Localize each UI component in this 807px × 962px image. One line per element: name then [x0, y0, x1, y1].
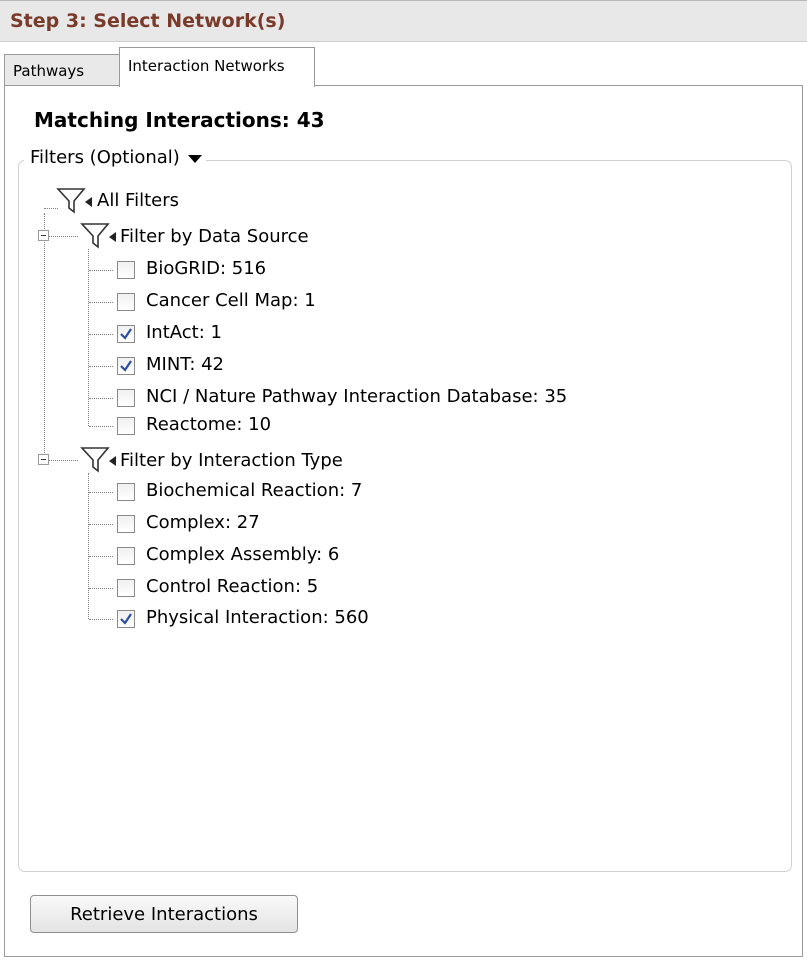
- filter-item-intact[interactable]: IntAct: 1: [146, 322, 222, 343]
- checkbox-intact[interactable]: [117, 325, 135, 343]
- tree-group-data-source[interactable]: Filter by Data Source: [120, 226, 309, 247]
- checkmark-icon: [120, 328, 132, 340]
- tab-interaction-networks[interactable]: Interaction Networks: [119, 47, 315, 87]
- checkbox-complex[interactable]: [117, 515, 135, 533]
- tree-group-interaction-type[interactable]: Filter by Interaction Type: [120, 450, 343, 471]
- checkbox-control-reaction[interactable]: [117, 579, 135, 597]
- tree-connector: [89, 366, 113, 367]
- filter-item-control-reaction[interactable]: Control Reaction: 5: [146, 576, 318, 597]
- tree-connector: [89, 492, 113, 493]
- tree-connector: [88, 249, 89, 426]
- filter-item-mint[interactable]: MINT: 42: [146, 354, 224, 375]
- collapse-toggle[interactable]: [38, 230, 49, 241]
- tree-connector: [89, 524, 113, 525]
- checkmark-icon: [120, 360, 132, 372]
- checkbox-nci-nature[interactable]: [117, 389, 135, 407]
- filter-item-complex-assembly[interactable]: Complex Assembly: 6: [146, 544, 339, 565]
- dropdown-arrow-icon: [187, 155, 202, 163]
- tree-connector: [89, 619, 113, 620]
- tree-connector: [88, 473, 89, 619]
- checkbox-complex-assembly[interactable]: [117, 547, 135, 565]
- filter-item-biochemical-reaction[interactable]: Biochemical Reaction: 7: [146, 480, 362, 501]
- filter-item-reactome[interactable]: Reactome: 10: [146, 414, 271, 435]
- checkmark-icon: [120, 613, 132, 625]
- tree-connector: [89, 270, 113, 271]
- filters-toggle[interactable]: Filters (Optional): [24, 147, 206, 168]
- filter-item-cancer-cell-map[interactable]: Cancer Cell Map: 1: [146, 290, 316, 311]
- tree-connector: [89, 426, 113, 427]
- step-title: Step 3: Select Network(s): [10, 10, 286, 32]
- funnel-icon: [80, 447, 116, 473]
- filter-item-biogrid[interactable]: BioGRID: 516: [146, 258, 266, 279]
- funnel-icon: [56, 188, 92, 214]
- checkbox-reactome[interactable]: [117, 417, 135, 435]
- checkbox-biogrid[interactable]: [117, 261, 135, 279]
- tab-pathways[interactable]: Pathways: [4, 54, 120, 85]
- tree-root-all-filters[interactable]: All Filters: [97, 190, 179, 211]
- tree-connector: [89, 588, 113, 589]
- checkbox-mint[interactable]: [117, 357, 135, 375]
- tree-connector: [89, 556, 113, 557]
- checkbox-cancer-cell-map[interactable]: [117, 293, 135, 311]
- funnel-icon: [80, 223, 116, 249]
- retrieve-interactions-button[interactable]: Retrieve Interactions: [30, 895, 298, 933]
- tree-connector: [89, 334, 113, 335]
- tree-connector: [48, 236, 78, 237]
- checkbox-physical-interaction[interactable]: [117, 610, 135, 628]
- step-header: Step 3: Select Network(s): [0, 0, 807, 42]
- filter-item-physical-interaction[interactable]: Physical Interaction: 560: [146, 607, 369, 628]
- checkbox-biochemical-reaction[interactable]: [117, 483, 135, 501]
- filter-item-complex[interactable]: Complex: 27: [146, 512, 260, 533]
- matching-interactions-label: Matching Interactions: 43: [34, 108, 325, 132]
- tree-connector: [44, 213, 45, 465]
- tree-connector: [48, 460, 78, 461]
- filters-legend-label: Filters (Optional): [30, 147, 180, 168]
- collapse-toggle[interactable]: [38, 454, 49, 465]
- filter-item-nci-nature[interactable]: NCI / Nature Pathway Interaction Databas…: [146, 386, 567, 407]
- tree-connector: [89, 398, 113, 399]
- tree-connector: [89, 302, 113, 303]
